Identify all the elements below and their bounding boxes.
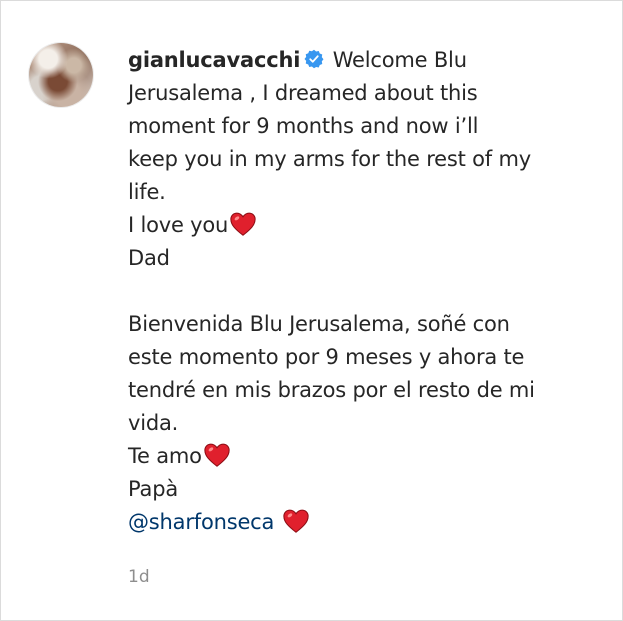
red-heart-emoji-icon [230, 212, 256, 236]
red-heart-emoji-icon [204, 443, 230, 467]
caption-english-text: Welcome Blu Jerusalema , I dreamed about… [128, 48, 531, 237]
avatar[interactable] [29, 43, 93, 107]
caption-english: gianlucavacchi Welcome Blu Jerusalema , … [128, 44, 598, 242]
caption-dad: Dad [128, 246, 170, 270]
comment-card: gianlucavacchi Welcome Blu Jerusalema , … [0, 0, 623, 621]
caption-spanish: Bienvenida Blu Jerusalema, soñé con este… [128, 308, 598, 473]
caption-papa: Papà [128, 477, 178, 501]
caption-spanish-text: Bienvenida Blu Jerusalema, soñé con este… [128, 312, 535, 468]
username-link[interactable]: gianlucavacchi [128, 48, 300, 72]
timestamp-link[interactable]: 1d [128, 567, 150, 587]
mention-link[interactable]: @sharfonseca [128, 510, 274, 534]
verified-badge-icon [304, 49, 324, 69]
caption-mention-line: @sharfonseca [128, 506, 598, 539]
red-heart-emoji-icon [283, 509, 309, 533]
comment-caption: gianlucavacchi Welcome Blu Jerusalema , … [128, 44, 598, 539]
